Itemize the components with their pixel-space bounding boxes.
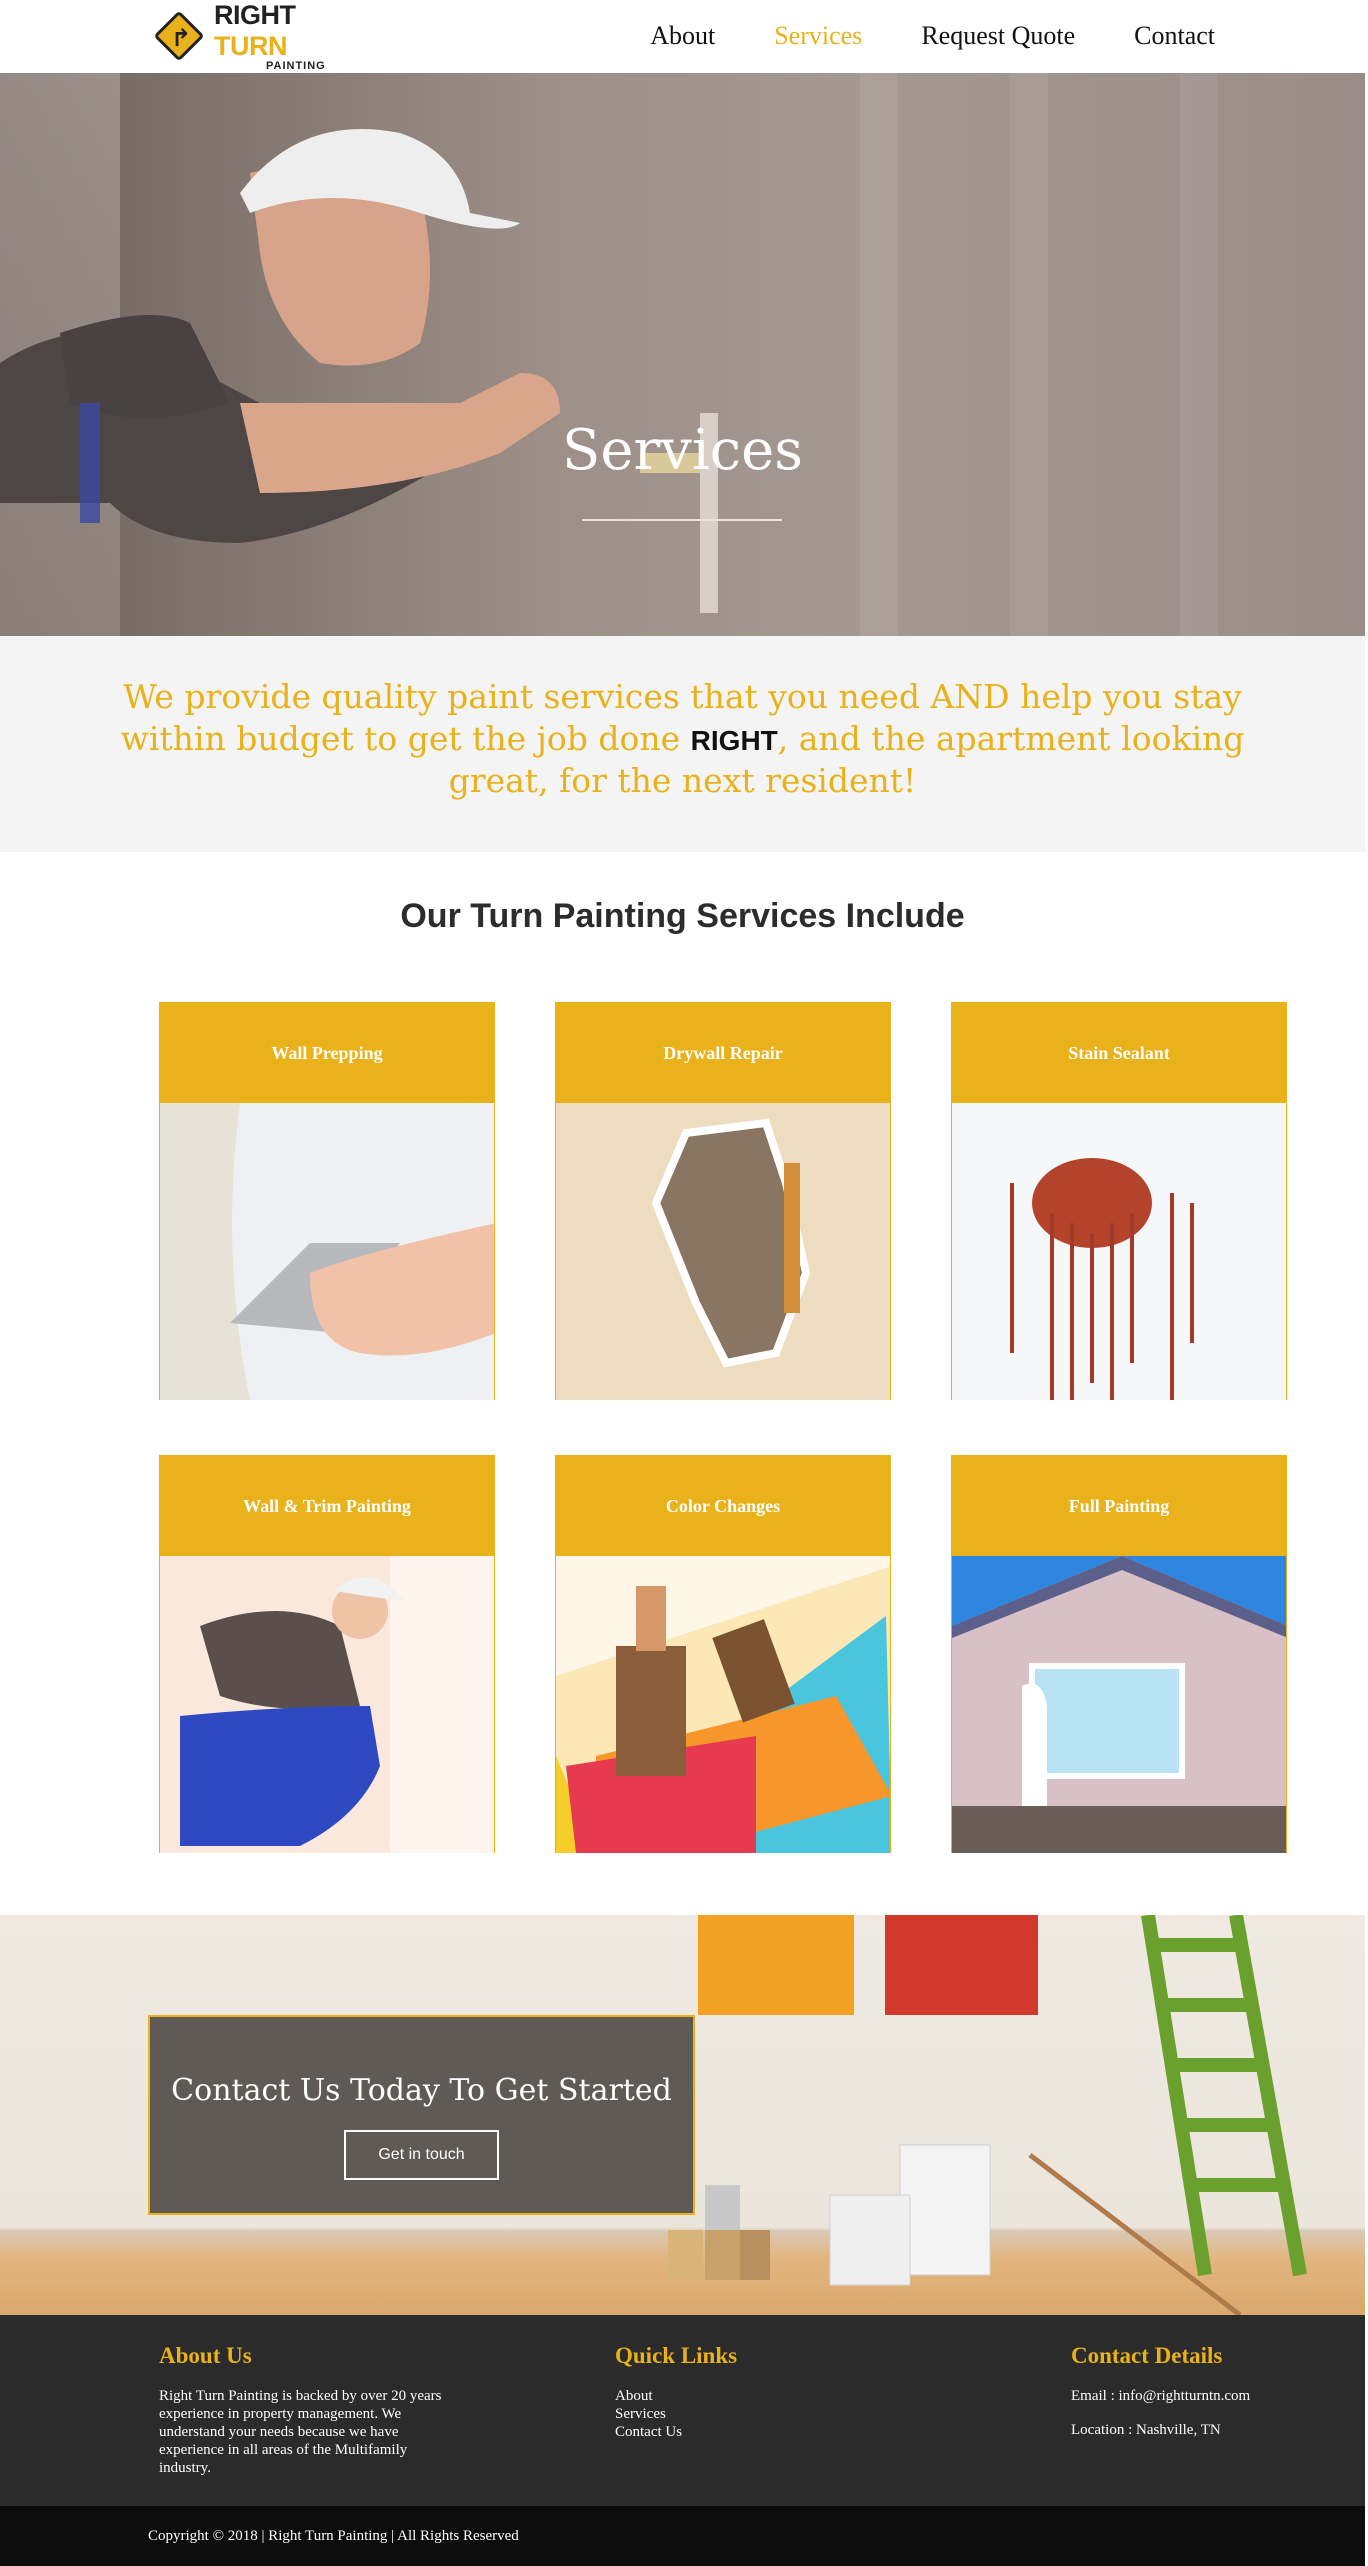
footer-quick-links: Quick Links About Services Contact Us — [615, 2343, 737, 2441]
footer-location: Location : Nashville, TN — [1071, 2422, 1221, 2438]
site-header: ↱ RIGHT TURN PAINTING About Services Req… — [0, 0, 1368, 73]
nav-services[interactable]: Services — [774, 21, 862, 51]
page-title: Services — [561, 418, 804, 483]
painter-kneeling-image — [160, 1556, 494, 1853]
cta-box: Contact Us Today To Get Started Get in t… — [148, 2015, 695, 2215]
site-logo[interactable]: ↱ RIGHT TURN PAINTING — [148, 0, 338, 72]
service-card-stain-sealant[interactable]: Stain Sealant — [951, 1002, 1287, 1400]
get-in-touch-button[interactable]: Get in touch — [344, 2130, 499, 2180]
hole-in-wall-image — [556, 1103, 890, 1400]
footer-link-contact[interactable]: Contact Us — [615, 2423, 737, 2441]
footer-about: About Us Right Turn Painting is backed b… — [159, 2343, 449, 2477]
logo-text: RIGHT TURN PAINTING — [214, 0, 326, 72]
service-card-full-painting[interactable]: Full Painting — [951, 1455, 1287, 1853]
trowel-on-wall-image — [160, 1103, 494, 1400]
services-section: Our Turn Painting Services Include Wall … — [0, 852, 1365, 1915]
nav-contact[interactable]: Contact — [1134, 21, 1215, 51]
logo-line-3: PAINTING — [266, 60, 326, 72]
service-card-drywall-repair[interactable]: Drywall Repair — [555, 1002, 891, 1400]
footer-about-text: Right Turn Painting is backed by over 20… — [159, 2388, 442, 2476]
services-heading: Our Turn Painting Services Include — [400, 897, 965, 935]
footer-about-title: About Us — [159, 2343, 252, 2368]
hero-banner: Services — [0, 73, 1365, 636]
title-divider — [582, 519, 782, 521]
service-card-title: Wall Prepping — [160, 1003, 494, 1103]
intro-section: We provide quality paint services that y… — [0, 636, 1365, 852]
service-card-wall-prepping[interactable]: Wall Prepping — [159, 1002, 495, 1400]
logo-line-2: TURN — [214, 31, 287, 61]
footer-links-title: Quick Links — [615, 2343, 738, 2368]
service-card-title: Drywall Repair — [556, 1003, 890, 1103]
house-painter-image — [952, 1556, 1286, 1853]
logo-line-1: RIGHT — [214, 0, 296, 30]
nav-request-quote[interactable]: Request Quote — [921, 21, 1075, 51]
nav-about[interactable]: About — [650, 21, 715, 51]
service-card-color-changes[interactable]: Color Changes — [555, 1455, 891, 1853]
copyright-text: Copyright © 2018 | Right Turn Painting |… — [148, 2527, 519, 2544]
footer-email[interactable]: Email : info@rightturntn.com — [1071, 2387, 1250, 2405]
service-card-wall-trim[interactable]: Wall & Trim Painting — [159, 1455, 495, 1853]
service-card-title: Stain Sealant — [952, 1003, 1286, 1103]
service-card-title: Wall & Trim Painting — [160, 1456, 494, 1556]
copyright-bar: Copyright © 2018 | Right Turn Painting |… — [0, 2506, 1365, 2566]
cta-title: Contact Us Today To Get Started — [171, 2073, 672, 2108]
intro-text: We provide quality paint services that y… — [110, 676, 1255, 802]
intro-emphasis: RIGHT — [690, 725, 778, 756]
logo-arrow-icon: ↱ — [153, 10, 205, 62]
service-card-title: Color Changes — [556, 1456, 890, 1556]
contact-cta-section: Contact Us Today To Get Started Get in t… — [0, 1915, 1365, 2315]
site-footer: About Us Right Turn Painting is backed b… — [0, 2315, 1365, 2506]
footer-contact-title: Contact Details — [1071, 2343, 1223, 2368]
service-card-title: Full Painting — [952, 1456, 1286, 1556]
footer-link-about[interactable]: About — [615, 2387, 737, 2405]
footer-contact: Contact Details Email : info@rightturntn… — [1071, 2343, 1250, 2439]
red-stain-image — [952, 1103, 1286, 1400]
brushes-color-fan-image — [556, 1556, 890, 1853]
painter-photo — [0, 129, 718, 613]
footer-link-services[interactable]: Services — [615, 2405, 737, 2423]
main-nav: About Services Request Quote Contact — [591, 0, 1215, 72]
